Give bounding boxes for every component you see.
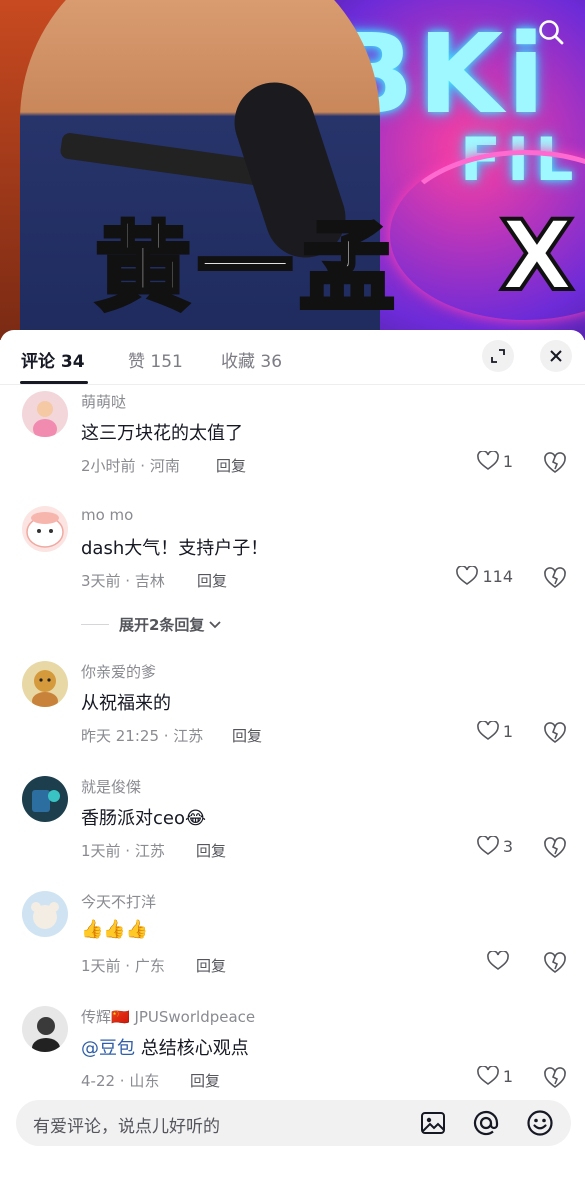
heart-icon <box>476 1066 499 1085</box>
avatar[interactable] <box>22 391 68 437</box>
like-button[interactable]: 3 <box>476 836 513 856</box>
broken-heart-icon[interactable] <box>543 951 567 975</box>
avatar[interactable] <box>22 1006 68 1052</box>
comment-meta: 3天前 · 吉林 <box>81 572 165 590</box>
comment-text: 这三万块花的太值了 <box>81 423 243 444</box>
avatar[interactable] <box>22 661 68 707</box>
video-caption: 黄一孟 <box>93 210 401 326</box>
reply-button[interactable]: 回复 <box>197 570 227 591</box>
emoji-icon[interactable] <box>526 1109 554 1137</box>
heart-icon <box>476 451 499 470</box>
like-count: 1 <box>502 721 513 741</box>
comment-meta: 昨天 21:25 · 江苏 <box>81 727 204 745</box>
reply-button[interactable]: 回复 <box>190 1070 220 1091</box>
comment-text: 👍👍👍 <box>81 919 149 940</box>
active-tab-indicator <box>20 381 88 384</box>
reply-button[interactable]: 回复 <box>196 955 226 976</box>
tab-favorites[interactable]: 收藏 36 <box>221 347 282 372</box>
comment-text: @豆包 总结核心观点 <box>81 1034 249 1060</box>
like-count: 3 <box>502 836 513 856</box>
at-icon[interactable] <box>472 1109 500 1137</box>
like-button[interactable]: 1 <box>476 1066 513 1086</box>
comment-input-placeholder: 有爱评论，说点儿好听的 <box>33 1117 220 1137</box>
broken-heart-icon[interactable] <box>543 836 567 860</box>
tab-likes[interactable]: 赞 151 <box>128 347 183 372</box>
comment-text: 香肠派对ceo😂 <box>81 808 207 829</box>
heart-icon <box>456 566 479 585</box>
mention-link[interactable]: @豆包 <box>81 1038 135 1059</box>
comment-username[interactable]: 传辉🇨🇳 JPUSworldpeace <box>81 1006 255 1027</box>
comment-username[interactable]: 你亲爱的爹 <box>81 661 156 682</box>
reply-button[interactable]: 回复 <box>232 725 262 746</box>
comment-text: 从祝福来的 <box>81 693 171 714</box>
broken-heart-icon[interactable] <box>543 451 567 475</box>
comment-input[interactable]: 有爱评论，说点儿好听的 <box>16 1100 571 1146</box>
video-caption-x: X <box>498 198 576 314</box>
divider-line <box>81 624 109 625</box>
expand-button[interactable] <box>482 340 514 372</box>
broken-heart-icon[interactable] <box>543 1066 567 1090</box>
comment-username[interactable]: mo mo <box>81 506 133 524</box>
like-count: 1 <box>502 1066 513 1086</box>
comment-meta: 4-22 · 山东 <box>81 1072 160 1090</box>
image-icon[interactable] <box>419 1109 447 1137</box>
like-count: 114 <box>482 566 513 586</box>
comment-meta: 2小时前 · 河南 <box>81 457 180 475</box>
heart-icon <box>487 951 509 970</box>
avatar[interactable] <box>22 776 68 822</box>
comment-meta: 1天前 · 广东 <box>81 957 165 975</box>
expand-icon <box>491 349 505 363</box>
close-icon <box>550 350 562 362</box>
heart-icon <box>476 836 499 855</box>
comment-meta: 1天前 · 江苏 <box>81 842 165 860</box>
chevron-down-icon <box>209 620 222 628</box>
video-preview[interactable]: BKi FIL 黄一孟 X <box>0 0 585 340</box>
expand-replies-label: 展开2条回复 <box>119 616 205 634</box>
heart-icon <box>476 721 499 740</box>
like-button[interactable]: 1 <box>476 451 513 471</box>
avatar[interactable] <box>22 891 68 937</box>
like-button[interactable]: 114 <box>456 566 513 586</box>
broken-heart-icon[interactable] <box>543 566 567 590</box>
comment-text: dash大气！支持户子！ <box>81 538 269 559</box>
avatar[interactable] <box>22 506 68 552</box>
broken-heart-icon[interactable] <box>543 721 567 745</box>
like-button[interactable]: 1 <box>476 721 513 741</box>
tab-comments[interactable]: 评论 34 <box>21 347 85 372</box>
reply-button[interactable]: 回复 <box>196 840 226 861</box>
search-icon[interactable] <box>537 18 565 46</box>
comment-username[interactable]: 萌萌哒 <box>81 391 126 412</box>
like-count: 1 <box>502 451 513 471</box>
close-button[interactable] <box>540 340 572 372</box>
comment-username[interactable]: 就是俊傑 <box>81 776 141 797</box>
comment-tabs: 评论 34 赞 151 收藏 36 <box>0 330 585 385</box>
reply-button[interactable]: 回复 <box>216 455 246 476</box>
like-button[interactable] <box>487 951 513 971</box>
expand-replies-button[interactable]: 展开2条回复 <box>81 614 222 635</box>
comment-username[interactable]: 今天不打洋 <box>81 891 156 912</box>
comment-text-body: 总结核心观点 <box>140 1038 249 1059</box>
